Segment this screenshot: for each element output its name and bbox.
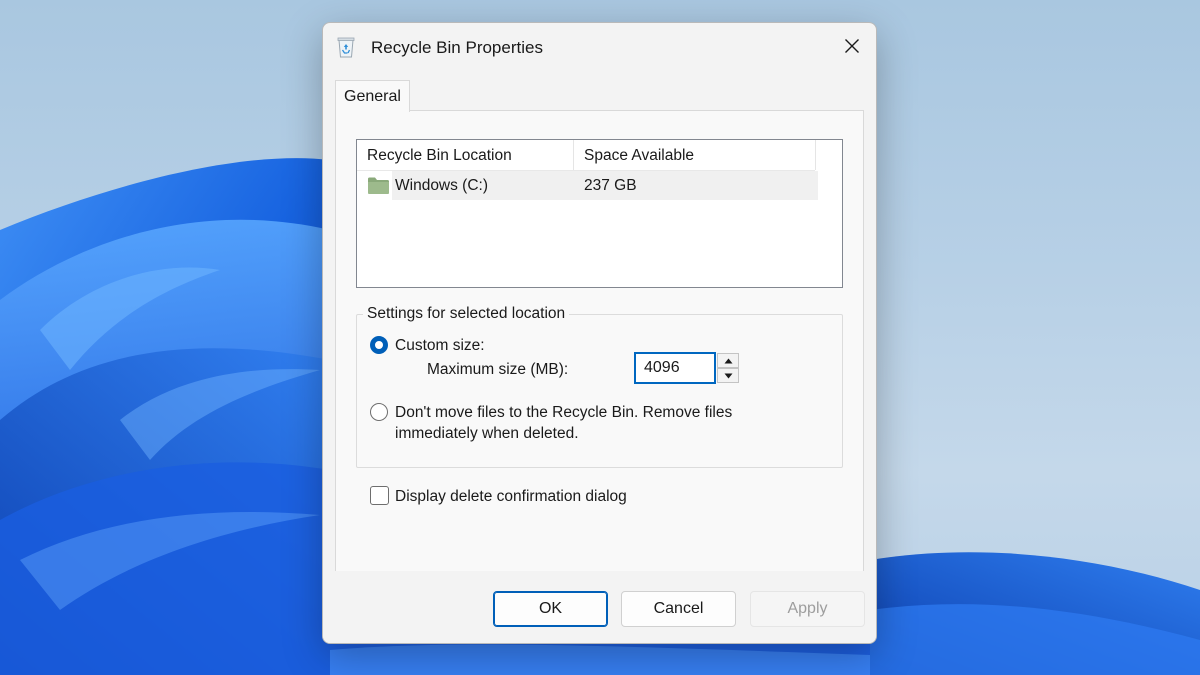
dont-move-label-line2[interactable]: immediately when deleted. (395, 423, 579, 444)
max-size-input[interactable] (634, 352, 716, 384)
close-button[interactable] (828, 23, 876, 69)
column-header-location[interactable]: Recycle Bin Location (367, 147, 512, 165)
dont-move-label-line1[interactable]: Don't move files to the Recycle Bin. Rem… (395, 402, 732, 423)
ok-button[interactable]: OK (493, 591, 608, 627)
location-cell: Windows (C:) (395, 177, 489, 194)
tab-general[interactable]: General (335, 80, 410, 112)
location-list[interactable]: Recycle Bin Location Space Available Win… (356, 139, 843, 288)
folder-icon (368, 177, 389, 194)
column-divider[interactable] (573, 140, 574, 170)
apply-button[interactable]: Apply (750, 591, 865, 627)
space-cell: 237 GB (584, 177, 637, 194)
spin-up-button[interactable] (717, 353, 739, 368)
cancel-button[interactable]: Cancel (621, 591, 736, 627)
window-title: Recycle Bin Properties (371, 38, 543, 57)
recycle-bin-properties-dialog: Recycle Bin Properties General Recycle B… (322, 22, 877, 644)
dont-move-radio[interactable] (370, 403, 388, 421)
custom-size-label[interactable]: Custom size: (395, 335, 485, 356)
spin-down-button[interactable] (717, 368, 739, 383)
close-icon (845, 39, 859, 53)
confirm-delete-label[interactable]: Display delete confirmation dialog (395, 486, 627, 507)
title-bar[interactable]: Recycle Bin Properties (323, 23, 876, 71)
custom-size-radio[interactable] (370, 336, 388, 354)
column-header-space[interactable]: Space Available (584, 147, 694, 165)
recycle-bin-icon (337, 37, 355, 58)
triangle-down-icon (724, 373, 732, 378)
confirm-delete-checkbox[interactable] (370, 486, 389, 505)
settings-group-label: Settings for selected location (363, 305, 570, 323)
column-divider[interactable] (815, 140, 816, 170)
max-size-label: Maximum size (MB): (427, 361, 569, 378)
triangle-up-icon (724, 358, 732, 363)
list-header: Recycle Bin Location Space Available (357, 140, 816, 171)
